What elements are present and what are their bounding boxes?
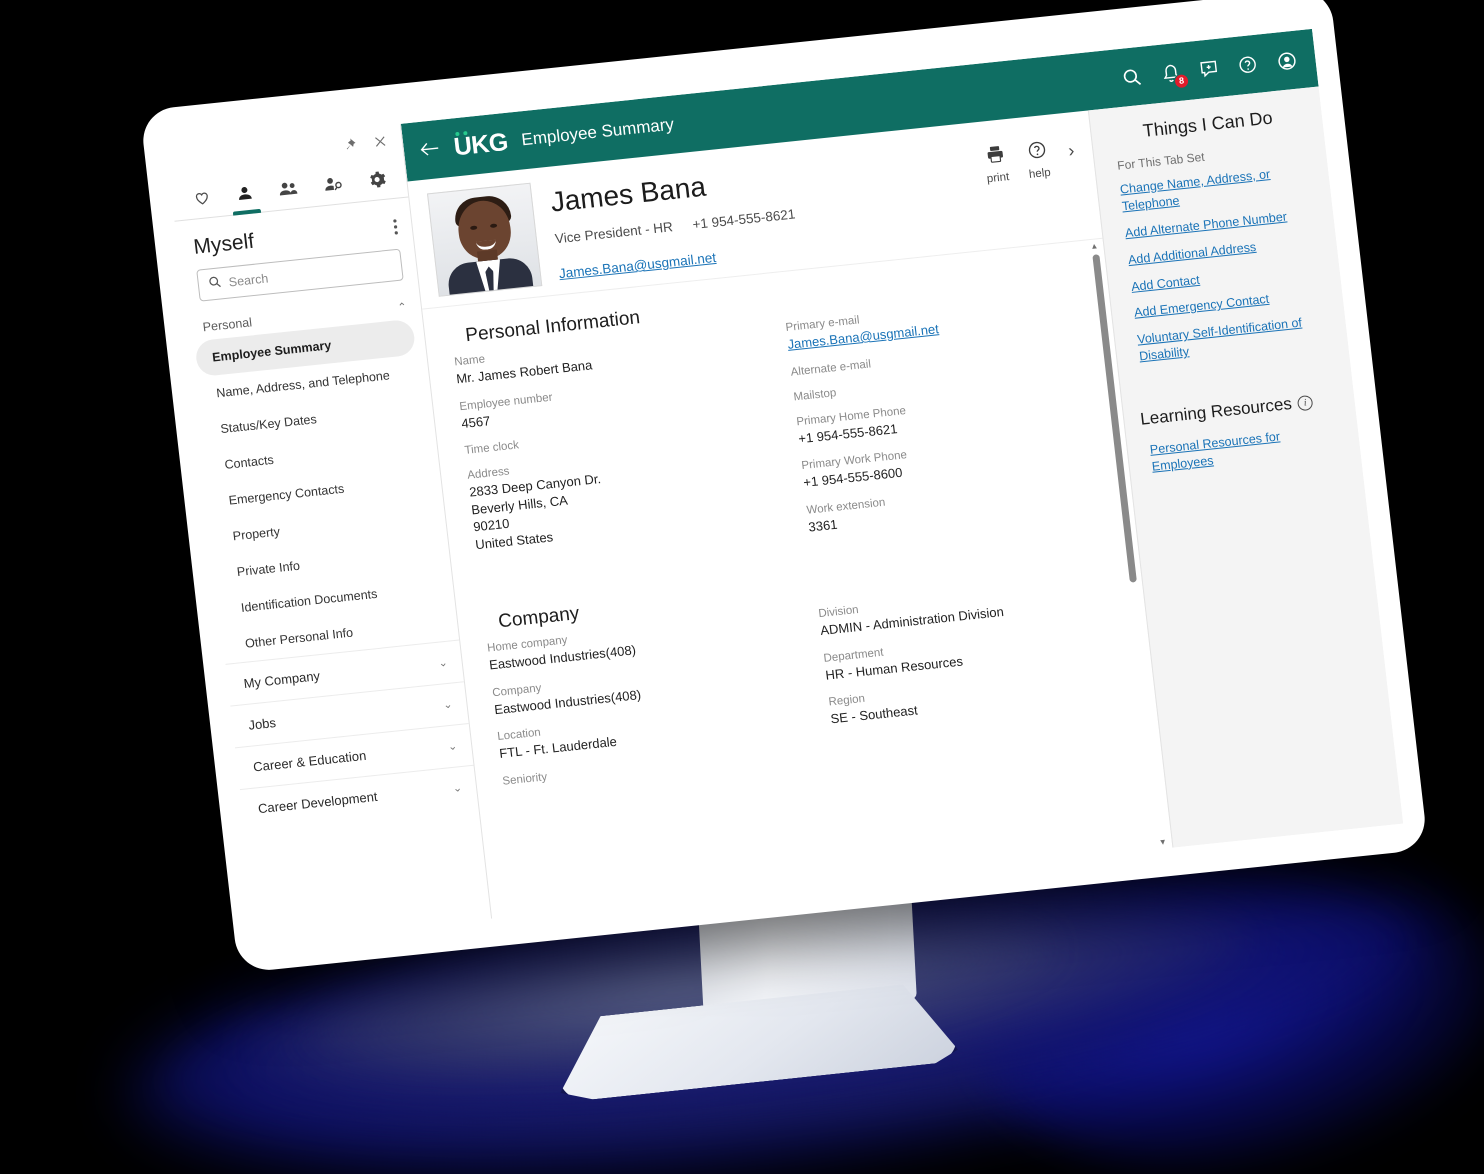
page-title: Myself: [192, 229, 256, 259]
link-personal-resources-for-employees[interactable]: Personal Resources for Employees: [1143, 422, 1347, 476]
body-row: James Bana Vice President - HR +1 954-55…: [407, 86, 1404, 919]
personal-right-column: Primary e-mail James.Bana@usgmail.net Al…: [785, 291, 1112, 549]
nav-group-label: Personal: [202, 315, 253, 335]
info-icon[interactable]: i: [1296, 394, 1314, 411]
avatar: [426, 182, 543, 297]
employee-email-link[interactable]: James.Bana@usgmail.net: [558, 250, 717, 281]
main-area: U KG Employee Summary 8 James Bana Vice …: [400, 28, 1404, 919]
expand-chevron-right-icon[interactable]: ›: [1067, 136, 1076, 161]
sidebar-section-label: Career & Education: [252, 747, 367, 775]
app-title: Employee Summary: [520, 114, 675, 150]
company-left-column: Home company Eastwood Industries(408) Co…: [487, 611, 806, 800]
screen: Myself Personal ⌃ Employ: [166, 28, 1404, 944]
search-icon[interactable]: [1120, 65, 1143, 88]
chevron-down-icon: ⌄: [447, 740, 458, 754]
personal-left-column: Name Mr. James Robert Bana Employee numb…: [454, 325, 781, 583]
data-scroll-region: Personal Information Name Mr. James Robe…: [422, 237, 1173, 919]
back-arrow-icon[interactable]: [419, 138, 441, 161]
content-column: James Bana Vice President - HR +1 954-55…: [407, 111, 1173, 919]
sidebar-tab-find-employee[interactable]: [322, 174, 345, 205]
employee-phone: +1 954-555-8621: [691, 206, 797, 233]
header-icon-group: 8: [1120, 49, 1298, 89]
help-button[interactable]: help: [1025, 139, 1051, 181]
chevron-down-icon: ⌄: [442, 698, 454, 712]
sidebar-section-label: Jobs: [247, 715, 277, 733]
gear-icon: [367, 170, 388, 195]
feedback-icon[interactable]: [1198, 58, 1220, 80]
help-circle-icon: [1026, 139, 1049, 166]
search-input[interactable]: [228, 258, 393, 290]
print-label: print: [986, 171, 1010, 186]
monitor-bezel: Myself Personal ⌃ Employ: [139, 0, 1429, 974]
field-address: Address 2833 Deep Canyon Dr. Beverly Hill…: [467, 439, 778, 554]
profile-actions: print help ›: [982, 126, 1084, 239]
company-right-column: Division ADMIN - Administration Division…: [818, 577, 1137, 766]
chevron-down-icon: ⌄: [437, 656, 449, 670]
nav-overflow-menu-button[interactable]: [393, 219, 399, 235]
sidebar-section-label: My Company: [242, 668, 321, 692]
heart-icon: [192, 188, 213, 213]
sidebar-tab-myself[interactable]: [234, 184, 255, 215]
person-search-icon: [322, 174, 345, 199]
notification-badge: 8: [1173, 72, 1190, 89]
help-label: help: [1028, 166, 1052, 181]
scroll-down-arrow-icon[interactable]: ▼: [1158, 837, 1167, 847]
help-circle-icon[interactable]: [1237, 54, 1259, 76]
printer-icon: [984, 143, 1007, 170]
sidebar-tab-favorites[interactable]: [192, 188, 213, 219]
print-button[interactable]: print: [983, 143, 1010, 185]
sidebar-tab-my-team[interactable]: [277, 179, 300, 210]
close-icon[interactable]: [372, 133, 389, 149]
chevron-up-icon: ⌃: [396, 300, 408, 314]
ukg-logo: U KG: [452, 127, 509, 161]
screenshot-stage: Myself Personal ⌃ Employ: [0, 0, 1484, 1174]
account-avatar-icon[interactable]: [1275, 49, 1298, 72]
logo-kg-letters: KG: [469, 127, 510, 160]
notifications-bell-icon[interactable]: 8: [1160, 61, 1190, 89]
pin-icon[interactable]: [341, 136, 358, 152]
person-icon: [234, 184, 255, 209]
people-icon: [277, 179, 300, 204]
chevron-down-icon: ⌄: [452, 782, 463, 795]
things-i-can-do-title: Things I Can Do: [1141, 107, 1274, 141]
employee-job-title: Vice President - HR: [554, 219, 674, 247]
sidebar-tab-settings[interactable]: [367, 170, 388, 201]
sidebar-section-label: Career Development: [257, 788, 379, 817]
search-icon: [207, 274, 223, 294]
